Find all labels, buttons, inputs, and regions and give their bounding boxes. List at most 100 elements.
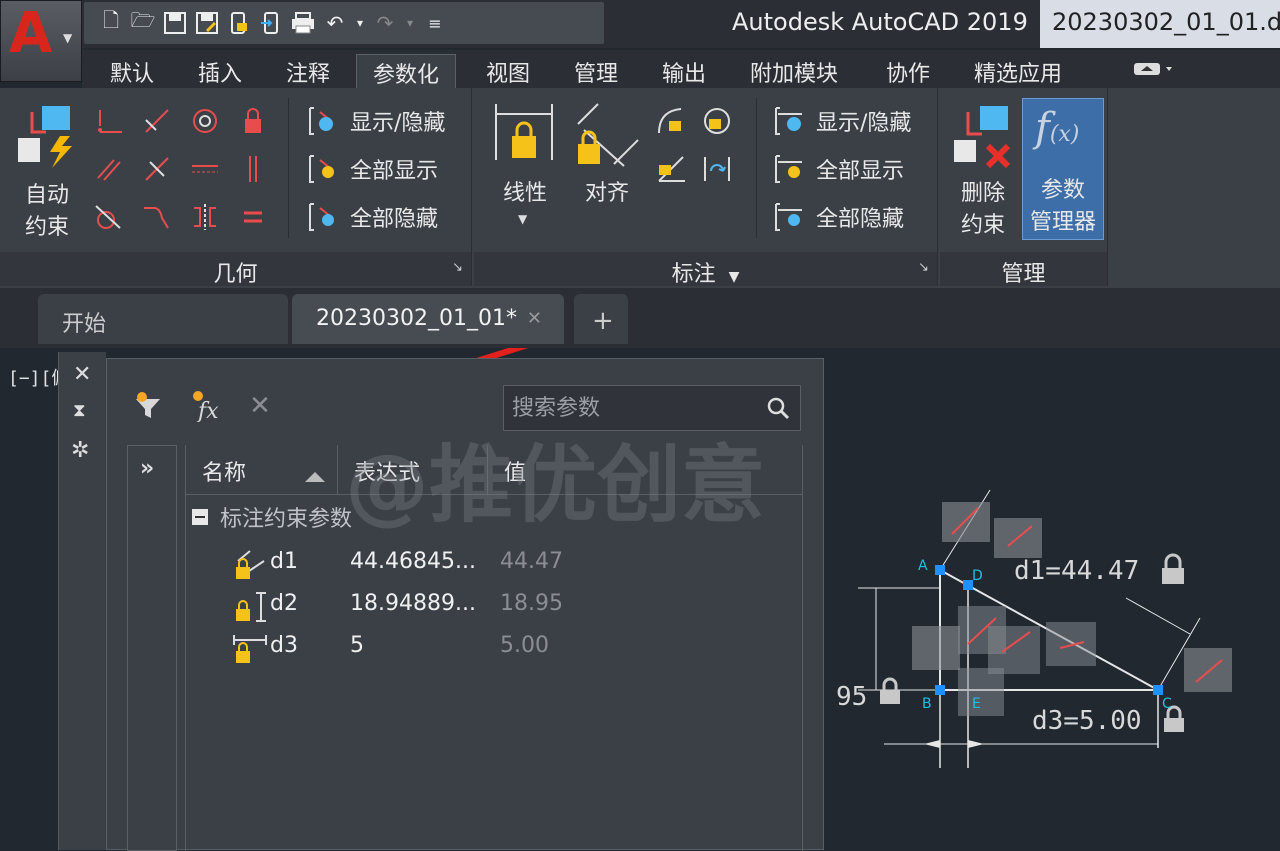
convert-icon[interactable]: [700, 152, 734, 186]
table-row[interactable]: d3 5 5.00: [232, 629, 792, 669]
fix-lock-icon[interactable]: [236, 104, 270, 138]
geometry-panel-title-text: 几何: [213, 262, 258, 287]
aligned-dimension-button[interactable]: 对齐: [570, 94, 644, 244]
undo-icon[interactable]: ↶: [322, 10, 348, 36]
tab-annotate[interactable]: 注释: [286, 54, 330, 90]
concentric-icon[interactable]: [188, 104, 222, 138]
close-icon[interactable]: ✕: [527, 308, 542, 329]
tab-parametric[interactable]: 参数化: [356, 54, 457, 90]
filter-icon[interactable]: [131, 389, 165, 423]
new-tab-button[interactable]: +: [574, 294, 628, 344]
tab-featured-apps[interactable]: 精选应用: [974, 54, 1062, 90]
quick-access-toolbar: 🗋 🗁 ↶ ▾ ↷ ▾ ≡: [84, 2, 604, 44]
param-expression[interactable]: 18.94889...: [350, 591, 476, 616]
tab-addins[interactable]: 附加模块: [750, 54, 838, 90]
auto-constrain-button[interactable]: 自动 约束: [6, 94, 88, 244]
aligned-label: 对齐: [584, 181, 629, 206]
close-icon[interactable]: ✕: [73, 362, 91, 387]
dimension-panel-title[interactable]: 标注 ▼ ↘: [474, 252, 937, 287]
linear-dimension-button[interactable]: 线性 ▼: [488, 94, 562, 244]
application-menu-button[interactable]: A ▼: [0, 0, 82, 82]
angular-lock-icon[interactable]: [654, 152, 688, 186]
dimension-show-hide-label: 显示/隐藏: [816, 111, 912, 136]
column-name-header[interactable]: 名称: [186, 445, 338, 495]
redo-dropdown-icon[interactable]: ▾: [404, 10, 416, 36]
dimension-d1-text[interactable]: d1=44.47: [1014, 556, 1139, 586]
parameters-manager-palette: fx ✕ » 名称 表达式 值 标注约束参数 d1 44.46845... 44…: [106, 358, 824, 851]
param-expression[interactable]: 5: [350, 633, 364, 658]
hide-all-icon: [772, 200, 808, 234]
tab-manage[interactable]: 管理: [574, 54, 618, 90]
delete-constraints-button[interactable]: 删除 约束: [946, 94, 1020, 244]
tangent-icon[interactable]: [92, 200, 126, 234]
radius-lock-icon[interactable]: [654, 104, 688, 138]
group-label: 标注约束参数: [220, 507, 353, 532]
dimension-show-hide-button[interactable]: 显示/隐藏: [772, 104, 911, 138]
search-icon[interactable]: [766, 396, 790, 420]
dialog-launcher-icon[interactable]: ↘: [452, 260, 463, 275]
symmetric-icon[interactable]: [188, 200, 222, 234]
ribbon-display-toggle[interactable]: [1132, 58, 1176, 82]
diameter-lock-icon[interactable]: [700, 104, 734, 138]
param-name: d2: [270, 591, 298, 616]
vertical-icon[interactable]: [236, 152, 270, 186]
expand-icon[interactable]: »: [140, 456, 154, 481]
perpendicular-icon[interactable]: [140, 152, 174, 186]
dialog-launcher-icon[interactable]: ↘: [918, 260, 929, 275]
dimension-panel-title-text: 标注: [671, 262, 716, 287]
table-row[interactable]: d2 18.94889... 18.95: [232, 587, 792, 627]
dimension-hide-all-button[interactable]: 全部隐藏: [772, 200, 904, 234]
tab-output[interactable]: 输出: [662, 54, 706, 90]
linear-dropdown-icon[interactable]: ▼: [518, 212, 527, 226]
linear-label: 线性: [502, 181, 547, 206]
column-expression-header[interactable]: 表达式: [338, 445, 488, 495]
search-input[interactable]: [504, 386, 760, 430]
auto-hide-icon[interactable]: ⧗: [73, 400, 86, 421]
dimension-95-text[interactable]: 95: [836, 682, 867, 712]
tab-view[interactable]: 视图: [486, 54, 530, 90]
manage-panel-title[interactable]: 管理: [940, 252, 1107, 287]
dimension-d3-text[interactable]: d3=5.00: [1032, 706, 1142, 736]
collinear-icon[interactable]: [140, 104, 174, 138]
chevron-down-icon[interactable]: ▼: [729, 269, 740, 285]
tab-start[interactable]: 开始: [38, 294, 288, 344]
tab-drawing[interactable]: 20230302_01_01* ✕: [292, 294, 564, 344]
horizontal-icon[interactable]: [188, 152, 222, 186]
customize-icon[interactable]: ≡: [422, 10, 448, 36]
smooth-icon[interactable]: [140, 200, 174, 234]
coincident-icon[interactable]: [92, 104, 126, 138]
tab-insert[interactable]: 插入: [198, 54, 242, 90]
save-icon[interactable]: [162, 10, 188, 36]
redo-icon[interactable]: ↷: [372, 10, 398, 36]
geometry-hide-all-button[interactable]: 全部隐藏: [306, 200, 438, 234]
tab-collaborate[interactable]: 协作: [886, 54, 930, 90]
filter-tree-expand[interactable]: »: [127, 445, 177, 851]
grid-header: 名称 表达式 值: [186, 445, 802, 495]
undo-dropdown-icon[interactable]: ▾: [354, 10, 366, 36]
equal-icon[interactable]: [236, 200, 270, 234]
parallel-icon[interactable]: [92, 152, 126, 186]
new-file-icon[interactable]: 🗋: [98, 8, 124, 36]
print-icon[interactable]: [290, 10, 316, 36]
open-folder-icon[interactable]: 🗁: [130, 8, 156, 36]
new-parameter-fx-icon[interactable]: fx: [189, 389, 223, 423]
search-box[interactable]: [503, 385, 801, 431]
palette-title-strip[interactable]: ✕ ⧗ ✲: [58, 352, 106, 850]
dimension-show-all-button[interactable]: 全部显示: [772, 152, 904, 186]
save-as-icon[interactable]: [194, 10, 220, 36]
column-value-header[interactable]: 值: [488, 445, 802, 495]
geometry-panel-title[interactable]: 几何 ↘: [0, 252, 471, 287]
geometry-show-hide-button[interactable]: 显示/隐藏: [306, 104, 445, 138]
table-row[interactable]: d1 44.46845... 44.47: [232, 545, 792, 585]
parameters-manager-button[interactable]: f(x) 参数 管理器: [1022, 98, 1104, 240]
properties-icon[interactable]: ✲: [71, 438, 89, 463]
geometry-show-all-button[interactable]: 全部显示: [306, 152, 438, 186]
tab-default[interactable]: 默认: [110, 54, 154, 90]
cloud-share-icon[interactable]: [258, 10, 284, 36]
group-row[interactable]: 标注约束参数: [192, 501, 352, 533]
delete-parameter-icon[interactable]: ✕: [243, 389, 277, 423]
cloud-open-icon[interactable]: [226, 10, 252, 36]
param-expression[interactable]: 44.46845...: [350, 549, 476, 574]
delete-constraints-label-2: 约束: [960, 213, 1005, 238]
collapse-icon[interactable]: [192, 509, 208, 525]
